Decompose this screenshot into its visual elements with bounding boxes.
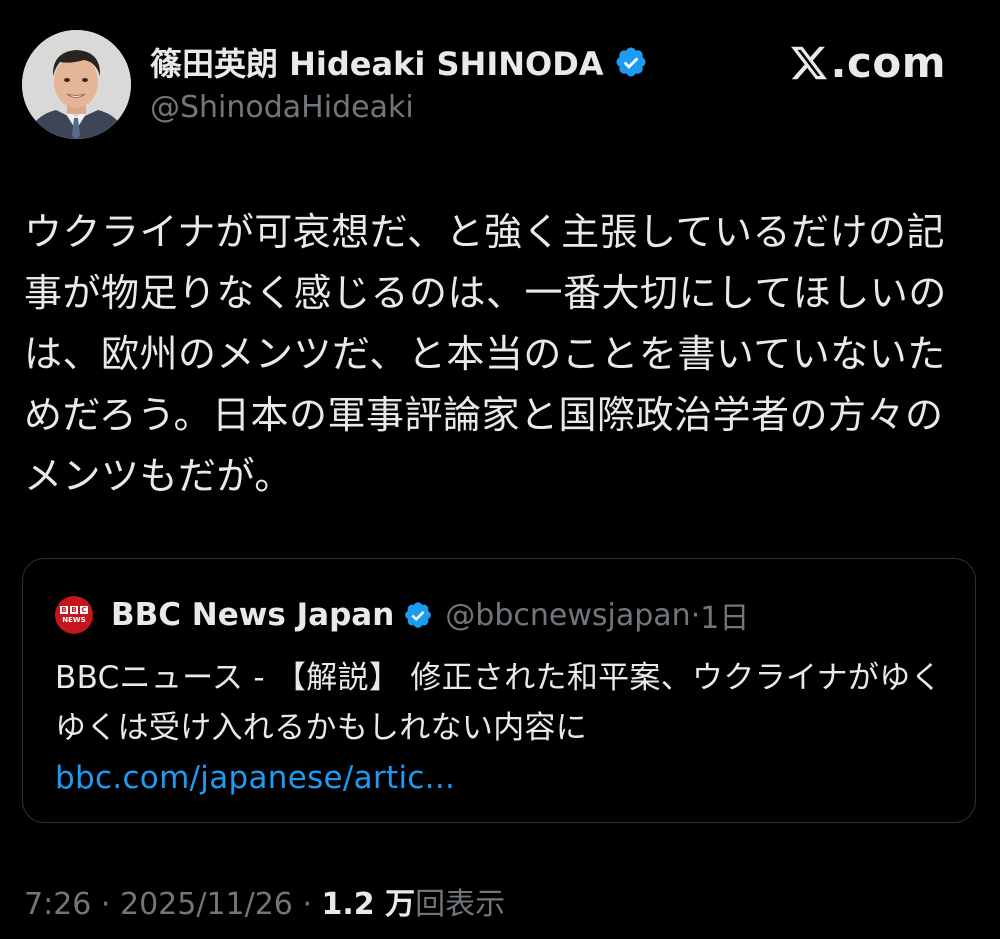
- quoted-tweet-text: BBCニュース - 【解説】 修正された和平案、ウクライナがゆくゆくは受け入れる…: [55, 660, 942, 746]
- quoted-separator: ·: [690, 597, 701, 633]
- bbc-news-word: NEWS: [62, 616, 86, 624]
- verified-badge-icon: [405, 602, 432, 628]
- tweet-text: ウクライナが可哀想だ、と強く主張しているだけの記事が物足りなく感じるのは、一番大…: [24, 210, 947, 498]
- bbc-block: B: [70, 606, 78, 614]
- x-logo-icon: [790, 46, 827, 79]
- site-label: .com: [830, 38, 946, 87]
- tweet-time[interactable]: 7:26: [24, 887, 91, 922]
- quoted-tweet-link[interactable]: bbc.com/japanese/artic...: [55, 753, 945, 803]
- bbc-news-logo-icon[interactable]: B B C NEWS: [55, 596, 93, 634]
- meta-separator: ·: [91, 887, 120, 922]
- site-watermark: .com: [789, 38, 946, 87]
- author-handle[interactable]: @ShinodaHideaki: [150, 90, 414, 126]
- views-count: 1.2 万: [321, 887, 416, 922]
- author-name-row[interactable]: 篠田英朗 Hideaki SHINODA: [150, 39, 648, 85]
- bbc-block: C: [80, 606, 88, 614]
- quoted-tweet-header: B B C NEWS BBC News Japan @bbcnewsjapan …: [55, 593, 749, 637]
- verified-badge-icon: [616, 47, 646, 77]
- tweet-meta: 7:26 · 2025/11/26 · 1.2 万回表示: [24, 885, 505, 925]
- quoted-author-name[interactable]: BBC News Japan: [111, 597, 394, 633]
- meta-separator: ·: [292, 887, 322, 922]
- author-avatar[interactable]: [22, 30, 131, 139]
- quoted-author-handle[interactable]: @bbcnewsjapan: [445, 598, 690, 633]
- quoted-tweet-card[interactable]: B B C NEWS BBC News Japan @bbcnewsjapan …: [22, 558, 976, 823]
- quoted-tweet-body: BBCニュース - 【解説】 修正された和平案、ウクライナがゆくゆくは受け入れる…: [55, 653, 945, 803]
- views-label: 回表示: [415, 887, 506, 922]
- tweet-date[interactable]: 2025/11/26: [120, 887, 293, 922]
- bbc-block: B: [60, 606, 68, 614]
- author-name[interactable]: 篠田英朗 Hideaki SHINODA: [150, 39, 604, 85]
- quoted-time[interactable]: 1日: [700, 593, 749, 637]
